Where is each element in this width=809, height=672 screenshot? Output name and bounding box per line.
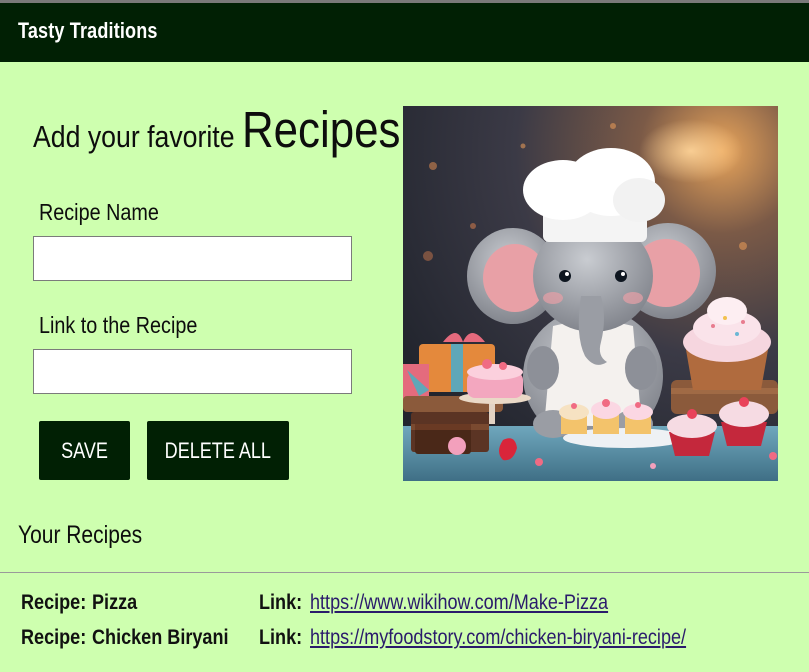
your-recipes-title: Your Recipes <box>18 521 143 549</box>
elephant-chef-illustration <box>403 106 778 481</box>
recipe-link[interactable]: https://www.wikihow.com/Make-Pizza <box>310 591 608 614</box>
recipe-key-label: Recipe: <box>21 591 87 614</box>
recipe-name-label: Recipe Name <box>39 199 159 225</box>
heading-emphasis: Recipes <box>241 101 401 158</box>
recipe-link-label: Link to the Recipe <box>39 312 198 338</box>
recipe-name: Pizza <box>92 591 138 614</box>
delete-all-button-label: DELETE ALL <box>164 437 272 463</box>
recipe-name: Chicken Biryani <box>92 626 229 649</box>
section-divider <box>0 572 809 573</box>
brand-title[interactable]: Tasty Traditions <box>18 18 158 44</box>
save-button-label: SAVE <box>61 437 108 463</box>
save-button[interactable]: SAVE <box>39 421 130 480</box>
form-heading: Add your favorite Recipes <box>33 100 400 159</box>
link-key-label: Link: <box>259 626 303 649</box>
recipe-key-label: Recipe: <box>21 626 87 649</box>
recipe-link[interactable]: https://myfoodstory.com/chicken-biryani-… <box>310 626 686 649</box>
heading-prefix: Add your favorite <box>33 119 235 154</box>
recipe-name-input[interactable] <box>33 236 352 281</box>
navbar: Tasty Traditions <box>0 3 809 62</box>
recipe-link-input[interactable] <box>33 349 352 394</box>
delete-all-button[interactable]: DELETE ALL <box>147 421 289 480</box>
link-key-label: Link: <box>259 591 303 614</box>
recipe-row: Recipe: Pizza Link: https://www.wikihow.… <box>21 591 801 619</box>
recipe-row: Recipe: Chicken Biryani Link: https://my… <box>21 626 801 654</box>
